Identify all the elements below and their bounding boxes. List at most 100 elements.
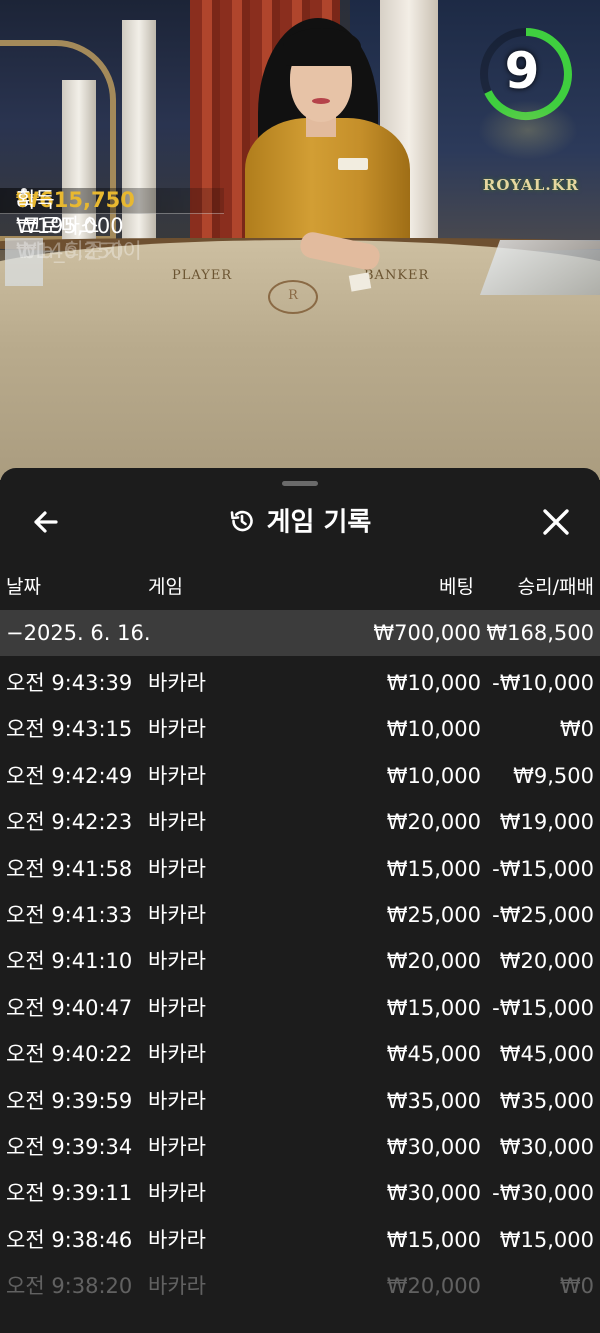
row-bet: ₩15,000 bbox=[386, 1227, 481, 1252]
row-result: -₩30,000 bbox=[492, 1181, 594, 1206]
row-bet: ₩10,000 bbox=[386, 763, 481, 788]
row-time: 오전 9:41:33 bbox=[6, 902, 133, 927]
table-row[interactable]: 오전 9:39:34 바카라 ₩30,000 ₩30,000 bbox=[0, 1124, 600, 1170]
ticker-row: 8 ₩615,750 획득 bbox=[0, 188, 224, 214]
row-result: ₩9,500 bbox=[513, 763, 594, 788]
row-time: 오전 9:39:34 bbox=[6, 1134, 133, 1159]
sheet-drag-handle[interactable] bbox=[282, 481, 318, 486]
card-shoe bbox=[479, 240, 600, 295]
row-result: ₩0 bbox=[559, 717, 594, 742]
table-row[interactable]: 오전 9:40:47 바카라 ₩15,000 -₩15,000 bbox=[0, 985, 600, 1031]
row-game: 바카라 bbox=[148, 1227, 206, 1252]
row-bet: ₩15,000 bbox=[386, 995, 481, 1020]
row-bet: ₩20,000 bbox=[386, 810, 481, 835]
row-game: 바카라 bbox=[148, 856, 206, 881]
dealer-body bbox=[245, 118, 410, 253]
history-list: 오전 9:43:39 바카라 ₩10,000 -₩10,000 오전 9:43:15 바… bbox=[0, 660, 600, 1309]
sheet-header: 게임 기록 bbox=[0, 498, 600, 546]
row-game: 바카라 bbox=[148, 717, 206, 742]
ticker-username: 크로마스 bbox=[22, 214, 100, 238]
close-button[interactable] bbox=[538, 504, 574, 540]
row-time: 오전 9:43:15 bbox=[6, 717, 133, 742]
row-result: -₩15,000 bbox=[492, 856, 594, 881]
row-time: 오전 9:42:49 bbox=[6, 763, 133, 788]
table-row[interactable]: 오전 9:42:23 바카라 ₩20,000 ₩19,000 bbox=[0, 799, 600, 845]
date-group-summary[interactable]: −2025. 6. 16. ₩700,000 ₩168,500 bbox=[0, 610, 600, 656]
column-header-date: 날짜 bbox=[6, 576, 41, 598]
row-bet: ₩45,000 bbox=[386, 1042, 481, 1067]
column-header-result: 승리/패배 bbox=[517, 576, 594, 598]
ticker-username: bla_희준키이 bbox=[22, 239, 142, 263]
row-bet: ₩35,000 bbox=[386, 1088, 481, 1113]
game-history-sheet: 게임 기록 날짜 게임 베팅 승리/패배 −2025. 6. 16. ₩700,… bbox=[0, 468, 600, 1333]
column-header-bet: 베팅 bbox=[439, 576, 474, 598]
brand-watermark: ROYAL.KR bbox=[482, 176, 580, 194]
row-bet: ₩30,000 bbox=[386, 1181, 481, 1206]
dealer-hair bbox=[283, 28, 361, 66]
row-result: ₩35,000 bbox=[499, 1088, 594, 1113]
table-crest: R bbox=[268, 280, 318, 314]
row-game: 바카라 bbox=[148, 995, 206, 1020]
row-time: 오전 9:41:58 bbox=[6, 856, 133, 881]
summary-result-total: ₩168,500 bbox=[486, 621, 594, 645]
table-row[interactable]: 오전 9:41:58 바카라 ₩15,000 -₩15,000 bbox=[0, 846, 600, 892]
table-row[interactable]: 오전 9:38:20 바카라 ₩20,000 ₩0 bbox=[0, 1263, 600, 1309]
ticker-suffix: 획득 bbox=[16, 188, 55, 212]
row-game: 바카라 bbox=[148, 763, 206, 788]
live-video-stream: PLAYER BANKER R 9 ROYAL.KR 8 ₩615,750 획득 … bbox=[0, 0, 600, 480]
row-time: 오전 9:39:59 bbox=[6, 1088, 133, 1113]
row-bet: ₩15,000 bbox=[386, 856, 481, 881]
row-bet: ₩10,000 bbox=[386, 717, 481, 742]
table-row[interactable]: 오전 9:43:39 바카라 ₩10,000 -₩10,000 bbox=[0, 660, 600, 706]
row-result: ₩20,000 bbox=[499, 949, 594, 974]
row-time: 오전 9:38:46 bbox=[6, 1227, 133, 1252]
row-time: 오전 9:42:23 bbox=[6, 810, 133, 835]
row-result: -₩25,000 bbox=[492, 902, 594, 927]
winners-ticker: 8 ₩615,750 획득 ₩195,000 크로마스 ₩146,250 bla_… bbox=[0, 184, 224, 268]
row-bet: ₩30,000 bbox=[386, 1134, 481, 1159]
row-time: 오전 9:40:47 bbox=[6, 995, 133, 1020]
row-game: 바카라 bbox=[148, 1274, 206, 1299]
history-icon bbox=[230, 510, 253, 531]
dealer-lip bbox=[312, 98, 330, 104]
row-bet: ₩20,000 bbox=[386, 1274, 481, 1299]
row-game: 바카라 bbox=[148, 1181, 206, 1206]
row-time: 오전 9:41:10 bbox=[6, 949, 133, 974]
row-bet: ₩20,000 bbox=[386, 949, 481, 974]
row-game: 바카라 bbox=[148, 1042, 206, 1067]
row-bet: ₩10,000 bbox=[386, 671, 481, 695]
table-row[interactable]: 오전 9:41:10 바카라 ₩20,000 ₩20,000 bbox=[0, 938, 600, 984]
close-icon bbox=[543, 509, 569, 535]
table-row[interactable]: 오전 9:39:11 바카라 ₩30,000 -₩30,000 bbox=[0, 1170, 600, 1216]
ticker-row: ₩195,000 크로마스 bbox=[16, 214, 224, 239]
table-row[interactable]: 오전 9:42:49 바카라 ₩10,000 ₩9,500 bbox=[0, 753, 600, 799]
row-time: 오전 9:38:20 bbox=[6, 1274, 133, 1299]
page-title: 게임 기록 bbox=[266, 507, 372, 538]
row-game: 바카라 bbox=[148, 671, 206, 695]
row-result: ₩15,000 bbox=[499, 1227, 594, 1252]
sheet-title-group: 게임 기록 bbox=[0, 498, 600, 546]
row-time: 오전 9:40:22 bbox=[6, 1042, 133, 1067]
table-row[interactable]: 오전 9:41:33 바카라 ₩25,000 -₩25,000 bbox=[0, 892, 600, 938]
table-header: 날짜 게임 베팅 승리/패배 bbox=[0, 572, 600, 602]
summary-date: −2025. 6. 16. bbox=[6, 621, 151, 645]
table-label-player: PLAYER bbox=[172, 268, 233, 283]
row-result: ₩45,000 bbox=[499, 1042, 594, 1067]
row-time: 오전 9:43:39 bbox=[6, 671, 133, 695]
playing-card bbox=[348, 272, 372, 292]
table-row[interactable]: 오전 9:38:46 바카라 ₩15,000 ₩15,000 bbox=[0, 1217, 600, 1263]
row-result: -₩15,000 bbox=[492, 995, 594, 1020]
row-bet: ₩25,000 bbox=[386, 902, 481, 927]
table-row[interactable]: 오전 9:39:59 바카라 ₩35,000 ₩35,000 bbox=[0, 1078, 600, 1124]
row-game: 바카라 bbox=[148, 1134, 206, 1159]
row-game: 바카라 bbox=[148, 949, 206, 974]
row-result: -₩10,000 bbox=[492, 671, 594, 695]
table-row[interactable]: 오전 9:40:22 바카라 ₩45,000 ₩45,000 bbox=[0, 1031, 600, 1077]
row-game: 바카라 bbox=[148, 1088, 206, 1113]
table-label-banker: BANKER bbox=[364, 268, 430, 283]
row-result: ₩30,000 bbox=[499, 1134, 594, 1159]
column-header-game: 게임 bbox=[148, 576, 183, 598]
ticker-row: ₩146,250 bla_희준키이 bbox=[16, 239, 224, 264]
table-row[interactable]: 오전 9:43:15 바카라 ₩10,000 ₩0 bbox=[0, 706, 600, 752]
row-result: ₩0 bbox=[559, 1274, 594, 1299]
